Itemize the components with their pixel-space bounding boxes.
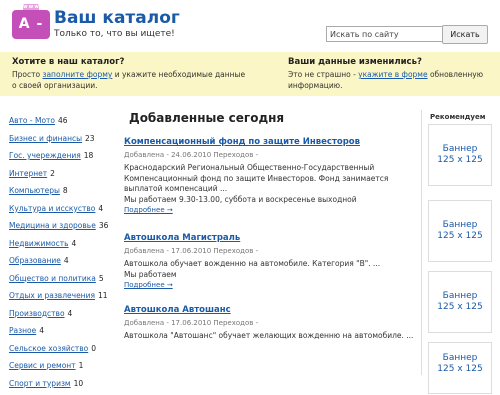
category-count: 23 [85,134,95,143]
category-link[interactable]: Сельское хозяйство [9,344,88,353]
category-link[interactable]: Производство [9,309,65,318]
category-item: Отдых и развлечения11 [9,290,114,308]
promo-join-text-before: Просто [12,70,42,79]
banner-ad[interactable]: Баннер 125 x 125 [428,124,492,186]
category-link[interactable]: Интернет [9,169,47,178]
promo-update-text-before: Это не страшно - [288,70,358,79]
category-count: 4 [64,256,69,265]
promo-update-title: Ваши данные изменились? [288,57,493,68]
category-item: Недвижимость4 [9,238,114,256]
category-count: 46 [58,116,68,125]
site-slogan: Только то, что вы ищете! [54,29,175,39]
category-link[interactable]: Культура и исскуство [9,204,95,213]
category-item: Разное4 [9,325,114,343]
site-title[interactable]: Ваш каталог [54,8,180,28]
category-link[interactable]: Авто - Мото [9,116,55,125]
promo-update: Ваши данные изменились? Это не страшно -… [288,57,493,91]
promo-band: Хотите в наш каталог? Просто заполните ф… [0,52,500,96]
category-count: 36 [99,221,109,230]
category-link[interactable]: Разное [9,326,36,335]
category-count: 18 [84,151,94,160]
category-item: Компьютеры8 [9,185,114,203]
banner-label: Баннер [429,144,491,155]
category-count: 10 [74,379,84,388]
listing-hours: Мы работаем 9.30-13.00, суббота и воскре… [124,195,416,206]
banner-ad[interactable]: Баннер 125 x 125 [428,342,492,394]
category-count: 8 [63,186,68,195]
category-link[interactable]: Недвижимость [9,239,69,248]
category-count: 4 [39,326,44,335]
category-link[interactable]: Медицина и здоровье [9,221,96,230]
promo-join-title: Хотите в наш каталог? [12,57,252,68]
banner-label: Баннер [429,291,491,302]
recommend-title: Рекомендуем [430,113,485,121]
category-count: 1 [79,361,84,370]
promo-join-link[interactable]: заполните форму [42,70,112,79]
category-item: Производство4 [9,308,114,326]
section-title: Добавленные сегодня [129,111,284,125]
category-link[interactable]: Сервис и ремонт [9,361,76,370]
category-count: 4 [72,239,77,248]
banner-label: Баннер [429,353,491,364]
category-item: Авто - Мото46 [9,115,114,133]
banner-ad[interactable]: Баннер 125 x 125 [428,271,492,333]
listing-title-link[interactable]: Автошкола Магистраль [124,233,416,244]
promo-join: Хотите в наш каталог? Просто заполните ф… [12,57,252,91]
logo[interactable]: www А - Я [12,10,50,39]
category-item: Образование4 [9,255,114,273]
listing-hours: Мы работаем [124,270,416,281]
banner-ad[interactable]: Баннер 125 x 125 [428,200,492,262]
listing-meta: Добавлена - 24.06.2010 Переходов - [124,150,416,161]
search-button[interactable]: Искать [442,25,488,44]
category-link[interactable]: Отдых и развлечения [9,291,95,300]
logo-badge: www [23,4,39,10]
category-link[interactable]: Образование [9,256,61,265]
category-item: Медицина и здоровье36 [9,220,114,238]
banner-label: Баннер [429,220,491,231]
category-link[interactable]: Гос. учереждения [9,151,81,160]
category-link[interactable]: Общество и политика [9,274,96,283]
banner-size: 125 x 125 [429,155,491,166]
category-count: 4 [98,204,103,213]
category-count: 5 [99,274,104,283]
category-item: Сельское хозяйство0 [9,343,114,361]
category-count: 0 [91,344,96,353]
listing-description: Краснодарский Региональный Общественно-Г… [124,163,416,195]
category-link[interactable]: Спорт и туризм [9,379,71,388]
more-link[interactable]: Подробнее → [124,205,416,216]
promo-update-link[interactable]: укажите в форме [358,70,427,79]
category-item: Культура и исскуство4 [9,203,114,221]
listing-title-link[interactable]: Автошкола Автошанс [124,305,416,316]
category-item: Интернет2 [9,168,114,186]
category-link[interactable]: Компьютеры [9,186,60,195]
category-item: Бизнес и финансы23 [9,133,114,151]
listing-title-link[interactable]: Компенсационный фонд по защите Инвесторо… [124,137,416,148]
more-link[interactable]: Подробнее → [124,280,416,291]
listing-description: Автошкола обучает вожденню на автомобиле… [124,259,416,270]
category-count: 4 [68,309,73,318]
category-count: 2 [50,169,55,178]
category-item: Общество и политика5 [9,273,114,291]
banner-size: 125 x 125 [429,231,491,242]
category-list: Авто - Мото46 Бизнес и финансы23 Гос. уч… [9,115,114,395]
search-input[interactable] [326,26,444,42]
listing-entry: Компенсационный фонд по защите Инвесторо… [124,137,416,216]
listing-meta: Добавлена - 17.06.2010 Переходов - [124,246,416,257]
banner-size: 125 x 125 [429,302,491,313]
category-count: 11 [98,291,108,300]
listing-meta: Добавлена - 17.06.2010 Переходов - [124,318,416,329]
listing-entry: Автошкола Магистраль Добавлена - 17.06.2… [124,233,416,291]
listing-description: Автошкола "Автошанс" обучает желающих во… [124,331,416,342]
category-item: Спорт и туризм10 [9,378,114,395]
listing-entry: Автошкола Автошанс Добавлена - 17.06.201… [124,305,416,342]
category-item: Гос. учереждения18 [9,150,114,168]
category-link[interactable]: Бизнес и финансы [9,134,82,143]
column-divider [421,110,422,375]
banner-size: 125 x 125 [429,364,491,375]
